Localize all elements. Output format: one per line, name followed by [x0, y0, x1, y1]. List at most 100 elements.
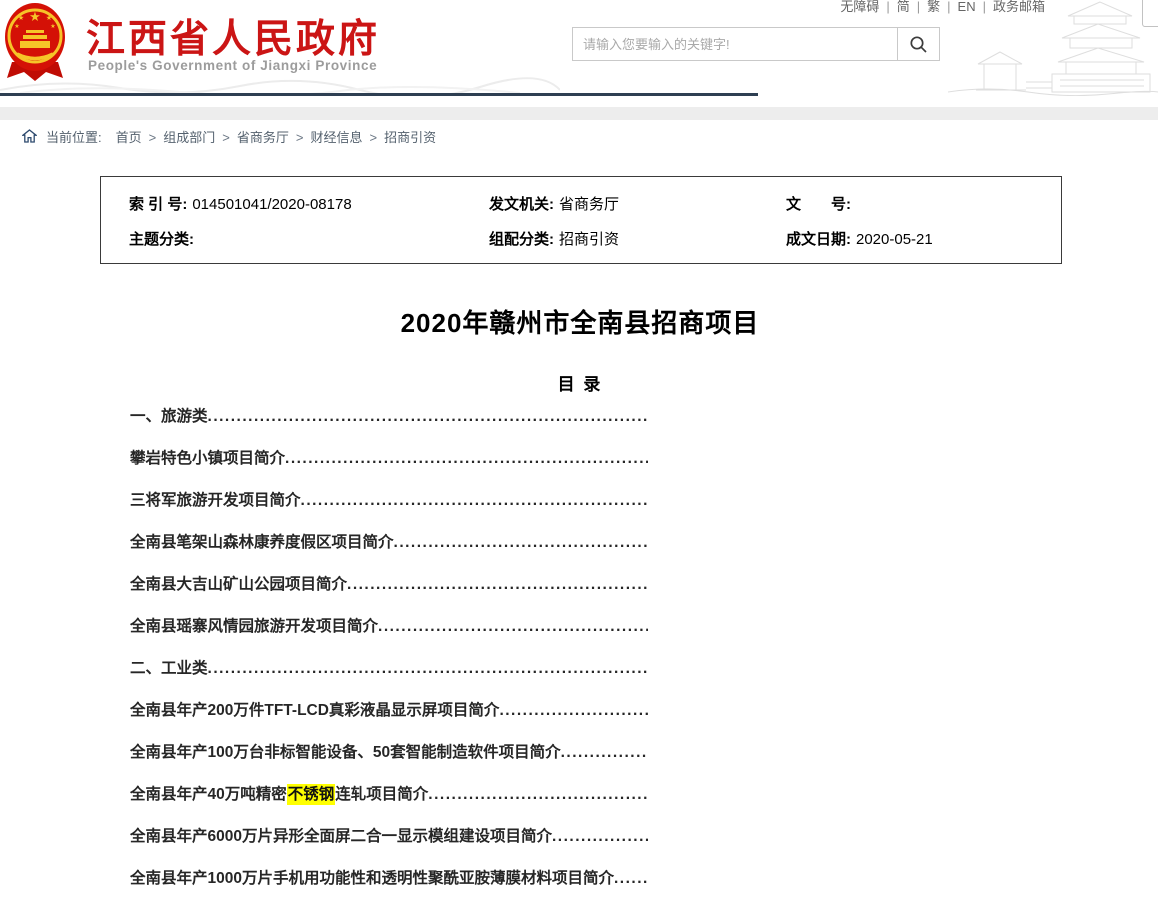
toc-text: 全南县年产6000万片异形全面屏二合一显示模组建设项目简介: [130, 826, 552, 847]
toc-leader-dots: ........................................…: [378, 616, 648, 637]
national-emblem-logo: ★ ★ ★ ★ ★: [4, 2, 66, 82]
meta-label: 索 引 号:: [129, 196, 187, 213]
toc-item: 全南县年产40万吨精密不锈钢连轧项目简介....................…: [130, 784, 648, 826]
corner-box: [1142, 0, 1158, 27]
breadcrumb-link-0[interactable]: 首页: [116, 130, 142, 145]
toc-list: 一、旅游类...................................…: [130, 406, 648, 910]
meta-cell: 发文机关: 省商务厅: [489, 193, 619, 214]
toc-text-pre: 全南县年产40万吨精密: [130, 784, 287, 805]
meta-value: 省商务厅: [559, 196, 619, 213]
toc-item: 三将军旅游开发项目简介.............................…: [130, 490, 648, 532]
meta-label: 文 号:: [786, 196, 851, 213]
meta-cell: 组配分类: 招商引资: [489, 228, 619, 249]
breadcrumb-separator: >: [149, 130, 157, 145]
header-divider: [0, 93, 758, 96]
toc-leader-dots: ........................................…: [428, 784, 648, 805]
svg-text:★: ★: [46, 14, 52, 22]
toc-text: 二、工业类: [130, 658, 208, 679]
search-button[interactable]: [897, 28, 939, 60]
topbar-separator: |: [983, 0, 986, 14]
topbar-link-3[interactable]: EN: [958, 0, 976, 14]
svg-text:★: ★: [50, 23, 55, 30]
toc-leader-dots: ........................................…: [347, 574, 648, 595]
toc-item: 二、工业类...................................…: [130, 658, 648, 700]
toc-text: 全南县瑶寨风情园旅游开发项目简介: [130, 616, 378, 637]
meta-box: 索 引 号: 014501041/2020-08178 发文机关: 省商务厅 文 号: 主…: [100, 176, 1062, 264]
meta-label: 组配分类:: [489, 231, 554, 248]
site-search: [572, 27, 940, 61]
toc-text: 全南县大吉山矿山公园项目简介: [130, 574, 347, 595]
breadcrumb-label: 当前位置:: [46, 127, 102, 146]
breadcrumb-separator: >: [296, 130, 304, 145]
toc-leader-dots: ........................................…: [301, 490, 648, 511]
breadcrumb-link-2[interactable]: 省商务厅: [237, 130, 289, 145]
page: { "topbar": { "separator": "|", "links":…: [0, 0, 1158, 911]
toc-item: 一、旅游类...................................…: [130, 406, 648, 448]
site-name-en: People's Government of Jiangxi Province: [88, 58, 377, 73]
toc-item: 全南县年产1000万片手机用功能性和透明性聚酰亚胺薄膜材料项目简介.......…: [130, 868, 648, 910]
breadcrumb: 首页 > 组成部门 > 省商务厅 > 财经信息 > 招商引资: [116, 127, 436, 146]
topbar: 无障碍 | 简 | 繁 | EN | 政务邮箱: [840, 0, 1045, 16]
meta-cell: 主题分类:: [129, 228, 199, 249]
home-icon[interactable]: [22, 129, 37, 143]
search-icon: [909, 35, 928, 54]
toc-highlight: 不锈钢: [287, 784, 336, 805]
site-header: ★ ★ ★ ★ ★ 江西省人民政府 People's Government of…: [0, 0, 1158, 96]
meta-value: 014501041/2020-08178: [192, 196, 351, 213]
svg-text:★: ★: [18, 14, 24, 22]
meta-label: 主题分类:: [129, 231, 194, 248]
breadcrumb-bar: 当前位置: 首页 > 组成部门 > 省商务厅 > 财经信息 > 招商引资: [0, 120, 1158, 152]
topbar-separator: |: [917, 0, 920, 14]
breadcrumb-link-4[interactable]: 招商引资: [384, 130, 436, 145]
toc-text: 全南县年产1000万片手机用功能性和透明性聚酰亚胺薄膜材料项目简介: [130, 868, 614, 889]
toc-item: 攀岩特色小镇项目简介..............................…: [130, 448, 648, 490]
toc-item: 全南县笔架山森林康养度假区项目简介.......................…: [130, 532, 648, 574]
meta-cell: 成文日期: 2020-05-21: [786, 228, 933, 249]
toc-text: 全南县年产200万件TFT-LCD真彩液晶显示屏项目简介: [130, 700, 499, 721]
toc-item: 全南县年产200万件TFT-LCD真彩液晶显示屏项目简介............…: [130, 700, 648, 742]
search-input[interactable]: [573, 28, 897, 60]
toc-text: 一、旅游类: [130, 406, 208, 427]
topbar-link-2[interactable]: 繁: [927, 0, 940, 14]
meta-value: 2020-05-21: [856, 231, 933, 248]
section-divider-strip: [0, 107, 1158, 121]
meta-label: 成文日期:: [786, 231, 851, 248]
topbar-link-1[interactable]: 简: [897, 0, 910, 14]
meta-cell: 索 引 号: 014501041/2020-08178: [129, 193, 352, 214]
toc-item: 全南县大吉山矿山公园项目简介..........................…: [130, 574, 648, 616]
breadcrumb-separator: >: [369, 130, 377, 145]
toc-leader-dots: ........................................…: [285, 448, 648, 469]
meta-value: 招商引资: [559, 231, 619, 248]
svg-text:★: ★: [29, 9, 41, 24]
topbar-separator: |: [886, 0, 889, 14]
breadcrumb-link-3[interactable]: 财经信息: [310, 130, 362, 145]
breadcrumb-link-1[interactable]: 组成部门: [163, 130, 215, 145]
toc-leader-dots: ........................................…: [561, 742, 648, 763]
site-name: 江西省人民政府: [86, 8, 380, 64]
toc-text: 全南县笔架山森林康养度假区项目简介: [130, 532, 394, 553]
topbar-link-0[interactable]: 无障碍: [840, 0, 879, 14]
toc-text: 全南县年产100万台非标智能设备、50套智能制造软件项目简介: [130, 742, 561, 763]
meta-row: 主题分类: 组配分类: 招商引资 成文日期: 2020-05-21: [101, 228, 1061, 248]
toc-leader-dots: ........................................…: [499, 700, 648, 721]
toc-item: 全南县瑶寨风情园旅游开发项目简介........................…: [130, 616, 648, 658]
toc-text-post: 连轧项目简介: [335, 784, 428, 805]
topbar-link-4[interactable]: 政务邮箱: [993, 0, 1045, 14]
toc-text: 攀岩特色小镇项目简介: [130, 448, 285, 469]
doc-title: 2020年赣州市全南县招商项目: [100, 303, 1060, 340]
meta-row: 索 引 号: 014501041/2020-08178 发文机关: 省商务厅 文 号:: [101, 193, 1061, 213]
toc-leader-dots: ........................................…: [614, 868, 648, 889]
toc-item: 全南县年产100万台非标智能设备、50套智能制造软件项目简介..........…: [130, 742, 648, 784]
toc-heading: 目 录: [100, 370, 1060, 395]
toc-text: 三将军旅游开发项目简介: [130, 490, 301, 511]
breadcrumb-separator: >: [222, 130, 230, 145]
topbar-separator: |: [947, 0, 950, 14]
toc-leader-dots: ........................................…: [552, 826, 648, 847]
toc-leader-dots: ........................................…: [394, 532, 648, 553]
toc-leader-dots: ........................................…: [208, 658, 648, 679]
svg-text:★: ★: [14, 23, 19, 30]
meta-label: 发文机关:: [489, 196, 554, 213]
meta-cell: 文 号:: [786, 193, 856, 214]
toc-leader-dots: ........................................…: [208, 406, 648, 427]
toc-item: 全南县年产6000万片异形全面屏二合一显示模组建设项目简介...........…: [130, 826, 648, 868]
